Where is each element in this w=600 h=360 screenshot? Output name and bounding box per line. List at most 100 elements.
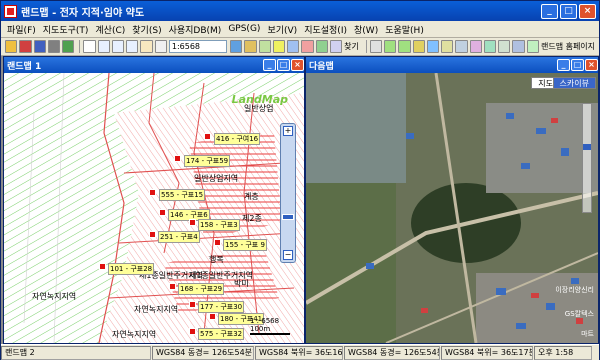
title-bar: 랜드맵 - 전자 지적·임야 약도 _ □ × bbox=[1, 1, 599, 21]
list-icon[interactable] bbox=[369, 40, 383, 53]
export-icon[interactable] bbox=[62, 40, 75, 53]
landmap-minimize-button[interactable]: _ bbox=[263, 59, 276, 71]
parcel-tag[interactable]: 416 - 구여16 bbox=[214, 133, 261, 145]
zoom-minus-icon[interactable]: − bbox=[283, 250, 293, 260]
parcel-marker[interactable] bbox=[189, 328, 196, 335]
satellite-zoom-slider[interactable] bbox=[582, 103, 592, 213]
gps-icon[interactable] bbox=[19, 40, 32, 53]
parcel-marker[interactable] bbox=[159, 209, 166, 216]
parcel-marker[interactable] bbox=[204, 133, 211, 140]
parcel-marker[interactable] bbox=[209, 313, 216, 320]
zoom-area-icon[interactable] bbox=[126, 40, 139, 53]
parcel-marker[interactable] bbox=[149, 231, 156, 238]
menu-gps[interactable]: GPS(G) bbox=[228, 24, 260, 34]
status-time: 오후 1:58 bbox=[534, 345, 592, 360]
parcel-marker[interactable] bbox=[149, 189, 156, 196]
stamp-icon[interactable] bbox=[412, 40, 425, 53]
parcel-tag[interactable]: 174 - 구표59 bbox=[184, 155, 231, 167]
tile-icon[interactable] bbox=[512, 40, 525, 53]
menu-view[interactable]: 보기(V) bbox=[267, 23, 297, 36]
cadastral-map[interactable]: LandMap 일반상업 일반상업지역 계층 제2종 행복 박미 제1종일반주거… bbox=[4, 73, 304, 343]
parcel-marker[interactable] bbox=[214, 239, 221, 246]
maximize-button[interactable]: □ bbox=[560, 3, 577, 19]
zone-label: 제1종일반주거지역 bbox=[189, 271, 253, 280]
map-scale-line: 100m bbox=[250, 325, 290, 335]
menu-db[interactable]: 사용지DB(M) bbox=[169, 23, 222, 36]
parcel-marker[interactable] bbox=[189, 219, 196, 226]
zone-label: 행복 bbox=[209, 255, 224, 264]
pointer-icon[interactable] bbox=[83, 40, 96, 53]
mark-icon[interactable] bbox=[301, 40, 314, 53]
menu-calc[interactable]: 계산(C) bbox=[95, 23, 125, 36]
layer-icon[interactable] bbox=[258, 40, 271, 53]
find-label[interactable]: 찾기 bbox=[344, 41, 359, 52]
field-area bbox=[306, 183, 396, 343]
doc-icon[interactable] bbox=[441, 40, 454, 53]
info-icon[interactable] bbox=[287, 40, 300, 53]
parcel-tag[interactable]: 555 - 구표15 bbox=[159, 189, 206, 201]
parcel-marker[interactable] bbox=[169, 283, 176, 290]
photo-icon[interactable] bbox=[426, 40, 440, 53]
parcel-marker[interactable] bbox=[189, 301, 196, 308]
parcel-tag[interactable]: 575 - 구표32 bbox=[198, 328, 245, 340]
landmap-close-button[interactable]: × bbox=[291, 59, 304, 71]
menu-file[interactable]: 파일(F) bbox=[7, 23, 36, 36]
area-icon[interactable] bbox=[244, 40, 257, 53]
parcel-tag[interactable]: 155 - 구표 9 bbox=[223, 239, 267, 251]
parcel-icon[interactable] bbox=[398, 40, 411, 53]
chart-icon[interactable] bbox=[469, 40, 482, 53]
minimize-button[interactable]: _ bbox=[541, 3, 558, 19]
parcel-marker[interactable] bbox=[174, 155, 181, 162]
menu-help[interactable]: 도움말(H) bbox=[385, 23, 424, 36]
grid-icon[interactable] bbox=[315, 40, 328, 53]
app-window: 랜드맵 - 전자 지적·임야 약도 _ □ × 파일(F) 지도도구(T) 계산… bbox=[0, 0, 600, 360]
parcel-tag[interactable]: 101 - 구표28 bbox=[108, 263, 155, 275]
zoom-slider[interactable]: + − bbox=[280, 123, 296, 263]
menu-find[interactable]: 찾기(S) bbox=[132, 23, 161, 36]
zoom-knob[interactable] bbox=[282, 214, 294, 220]
home-icon[interactable] bbox=[526, 40, 539, 53]
landmap-maximize-button[interactable]: □ bbox=[277, 59, 290, 71]
daummap-minimize-button[interactable]: _ bbox=[557, 59, 570, 71]
satellite-zoom-knob[interactable] bbox=[583, 144, 591, 150]
note-icon[interactable] bbox=[272, 40, 286, 53]
menu-map-settings[interactable]: 지도설정(I) bbox=[304, 23, 347, 36]
skyview-button[interactable]: 스카이뷰 bbox=[552, 77, 596, 89]
sat-icon[interactable] bbox=[455, 40, 468, 53]
measure-icon[interactable] bbox=[229, 40, 243, 53]
parcel-marker[interactable] bbox=[99, 263, 106, 270]
daummap-maximize-button[interactable]: □ bbox=[571, 59, 584, 71]
save-icon[interactable] bbox=[33, 40, 46, 53]
homepage-link[interactable]: 랜드맵 홈페이지 bbox=[541, 41, 595, 52]
open-icon[interactable] bbox=[5, 40, 18, 53]
zoom-out-icon[interactable] bbox=[111, 40, 125, 53]
parcel-tag[interactable]: 168 - 구표29 bbox=[178, 283, 225, 295]
menu-window[interactable]: 창(W) bbox=[354, 23, 378, 36]
zone-label: 자연녹지지역 bbox=[112, 330, 157, 339]
scale-input[interactable]: 1:6568 bbox=[168, 40, 227, 53]
menu-map-tools[interactable]: 지도도구(T) bbox=[43, 23, 89, 36]
close-button[interactable]: × bbox=[579, 3, 596, 19]
daummap-close-button[interactable]: × bbox=[585, 59, 598, 71]
parcel-tag[interactable]: 158 - 구표3 bbox=[198, 219, 240, 231]
menu-bar: 파일(F) 지도도구(T) 계산(C) 찾기(S) 사용지DB(M) GPS(G… bbox=[1, 21, 599, 38]
zoom-plus-icon[interactable]: + bbox=[283, 126, 293, 136]
parcel-tag[interactable]: 251 - 구표4 bbox=[158, 231, 200, 243]
plot-icon[interactable] bbox=[384, 40, 397, 53]
binoculars-icon[interactable] bbox=[329, 40, 343, 53]
field-area bbox=[306, 73, 406, 183]
table-icon[interactable] bbox=[483, 40, 497, 53]
zone-label: 자연녹지지역 bbox=[134, 305, 179, 314]
map-scale-unit: 100m bbox=[250, 325, 271, 333]
print-icon[interactable] bbox=[47, 40, 61, 53]
parcel-tag[interactable]: 177 - 구표30 bbox=[198, 301, 245, 313]
satellite-map[interactable]: 지도 스카이뷰 이장리양신리 GS칼텍스 마트 bbox=[306, 73, 598, 343]
refresh-icon[interactable] bbox=[154, 40, 167, 53]
toolbar-separator bbox=[365, 40, 367, 53]
daummap-title: 다음맵 bbox=[309, 61, 334, 72]
zone-label: 제2종 bbox=[242, 214, 262, 223]
window-icon[interactable] bbox=[498, 40, 511, 53]
zoom-in-icon[interactable] bbox=[97, 40, 110, 53]
landmap-title: 랜드맵 1 bbox=[7, 61, 42, 72]
pan-icon[interactable] bbox=[140, 40, 153, 53]
